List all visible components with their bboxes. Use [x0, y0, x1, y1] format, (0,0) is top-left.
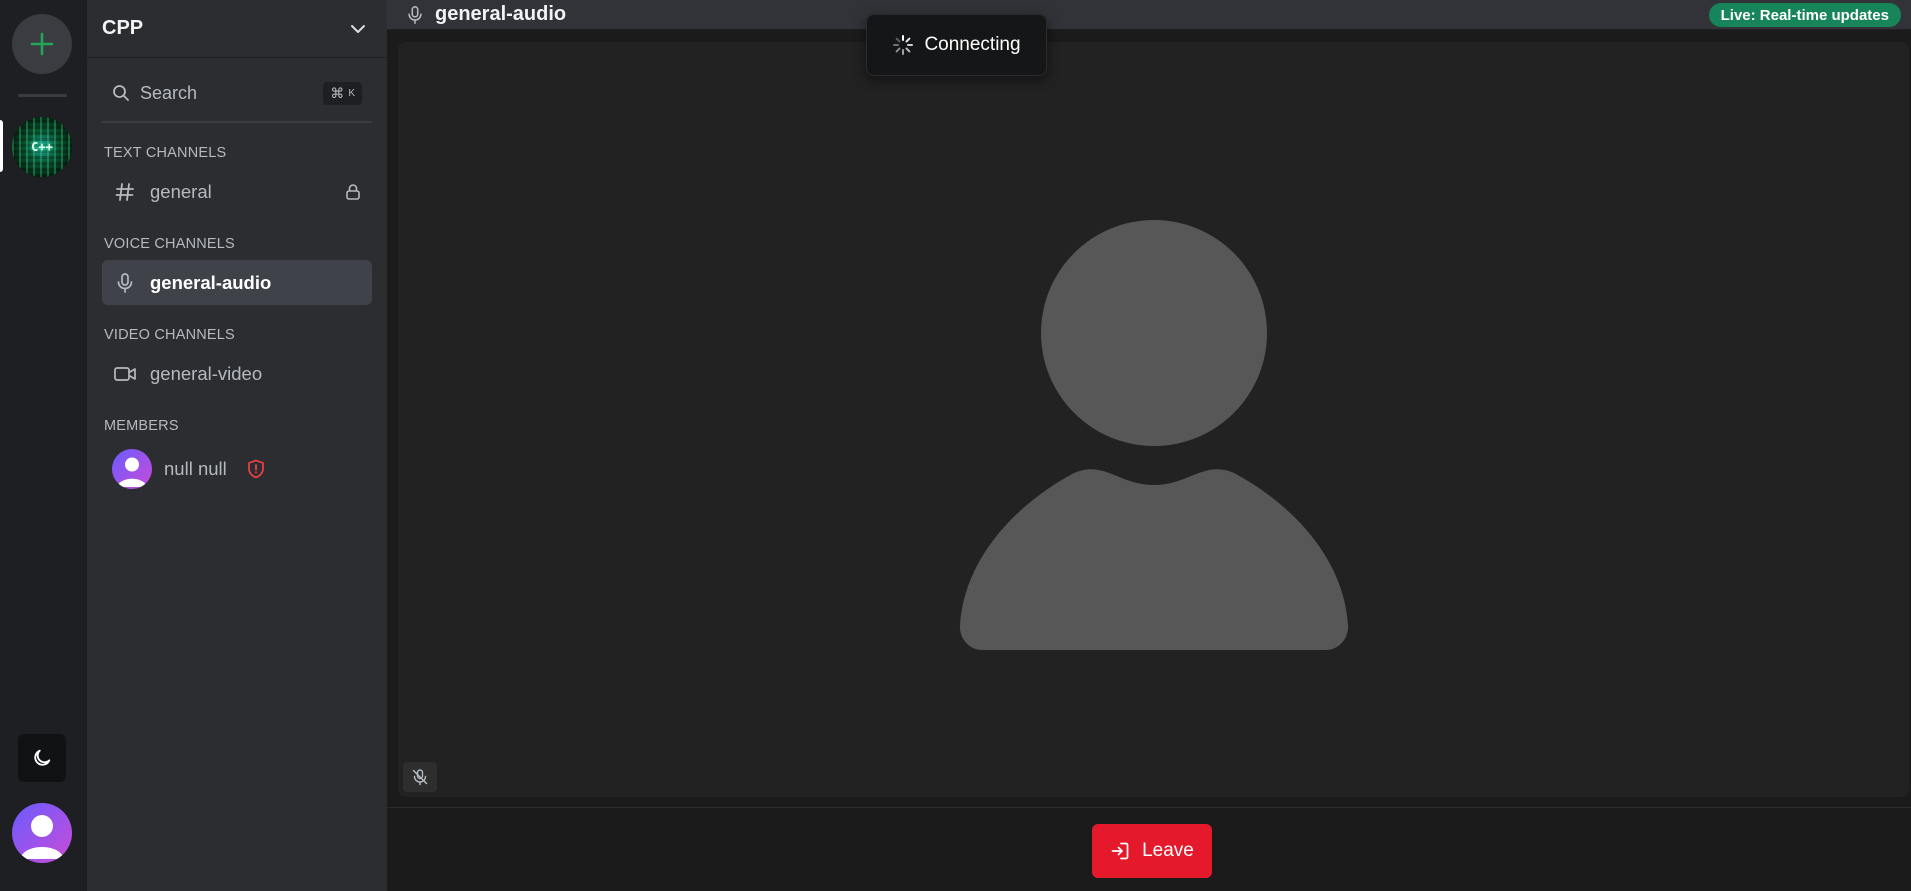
- member-name: null null: [164, 458, 227, 479]
- search-button[interactable]: Search ⌘ K: [102, 73, 372, 113]
- leave-icon: [1111, 842, 1129, 860]
- mic-icon: [408, 5, 422, 24]
- call-controls: Leave: [387, 807, 1911, 891]
- user-avatar-icon: [20, 815, 64, 859]
- channel-header: general-audio Live: Real-time updates: [387, 0, 1911, 30]
- sidebar-divider: [102, 121, 372, 123]
- mic-off-icon: [412, 769, 428, 786]
- search-shortcut: ⌘ K: [323, 81, 362, 105]
- app-root: C++ CPP Search ⌘ K TEXT CHANNELS general…: [0, 0, 1911, 891]
- shortcut-symbol: ⌘: [330, 84, 345, 101]
- channel-title: general-audio: [435, 3, 567, 25]
- server-icon-label: C++: [31, 140, 53, 154]
- participant-placeholder-icon: [959, 220, 1349, 650]
- plus-icon: [30, 32, 54, 56]
- member-item[interactable]: null null: [102, 444, 372, 494]
- channel-name: general: [150, 180, 212, 202]
- section-voice-channels: VOICE CHANNELS: [104, 236, 235, 252]
- channel-item-general-audio[interactable]: general-audio: [102, 260, 372, 305]
- channel-item-general[interactable]: general: [102, 169, 372, 214]
- avatar: [112, 449, 152, 489]
- section-members: MEMBERS: [104, 418, 179, 434]
- spinner-icon: [893, 35, 914, 55]
- connection-status-toast: Connecting: [866, 14, 1047, 76]
- search-label: Search: [140, 82, 198, 103]
- channel-name: general-audio: [150, 271, 272, 293]
- connection-status-text: Connecting: [924, 34, 1021, 55]
- section-video-channels: VIDEO CHANNELS: [104, 327, 235, 343]
- active-server-indicator: [0, 120, 3, 172]
- video-icon: [112, 361, 138, 387]
- lock-icon: [346, 183, 360, 200]
- server-header[interactable]: CPP: [87, 0, 387, 58]
- user-avatar-button[interactable]: [12, 803, 72, 863]
- moon-icon: [34, 749, 51, 766]
- mic-icon: [112, 270, 138, 296]
- voice-channel-view: general-audio Live: Real-time updates Co…: [387, 0, 1911, 891]
- chevron-down-icon: [351, 24, 365, 33]
- leave-button[interactable]: Leave: [1092, 824, 1212, 878]
- live-status-badge: Live: Real-time updates: [1708, 3, 1901, 27]
- shortcut-key: K: [348, 87, 355, 99]
- hash-icon: [112, 179, 138, 205]
- section-text-channels: TEXT CHANNELS: [104, 145, 227, 161]
- muted-indicator: [403, 762, 437, 792]
- server-rail: C++: [0, 0, 87, 891]
- channel-item-general-video[interactable]: general-video: [102, 351, 372, 396]
- leave-label: Leave: [1142, 840, 1194, 861]
- shield-alert-icon: [247, 459, 265, 479]
- server-icon-cpp[interactable]: C++: [12, 117, 72, 177]
- add-server-button[interactable]: [12, 14, 72, 74]
- channel-sidebar: CPP Search ⌘ K TEXT CHANNELS general VOI…: [87, 0, 387, 891]
- search-icon: [113, 85, 129, 101]
- server-name: CPP: [102, 17, 144, 39]
- theme-toggle-button[interactable]: [18, 734, 66, 782]
- participant-tile: [398, 42, 1909, 797]
- channel-name: general-video: [150, 362, 263, 384]
- rail-separator: [18, 94, 67, 97]
